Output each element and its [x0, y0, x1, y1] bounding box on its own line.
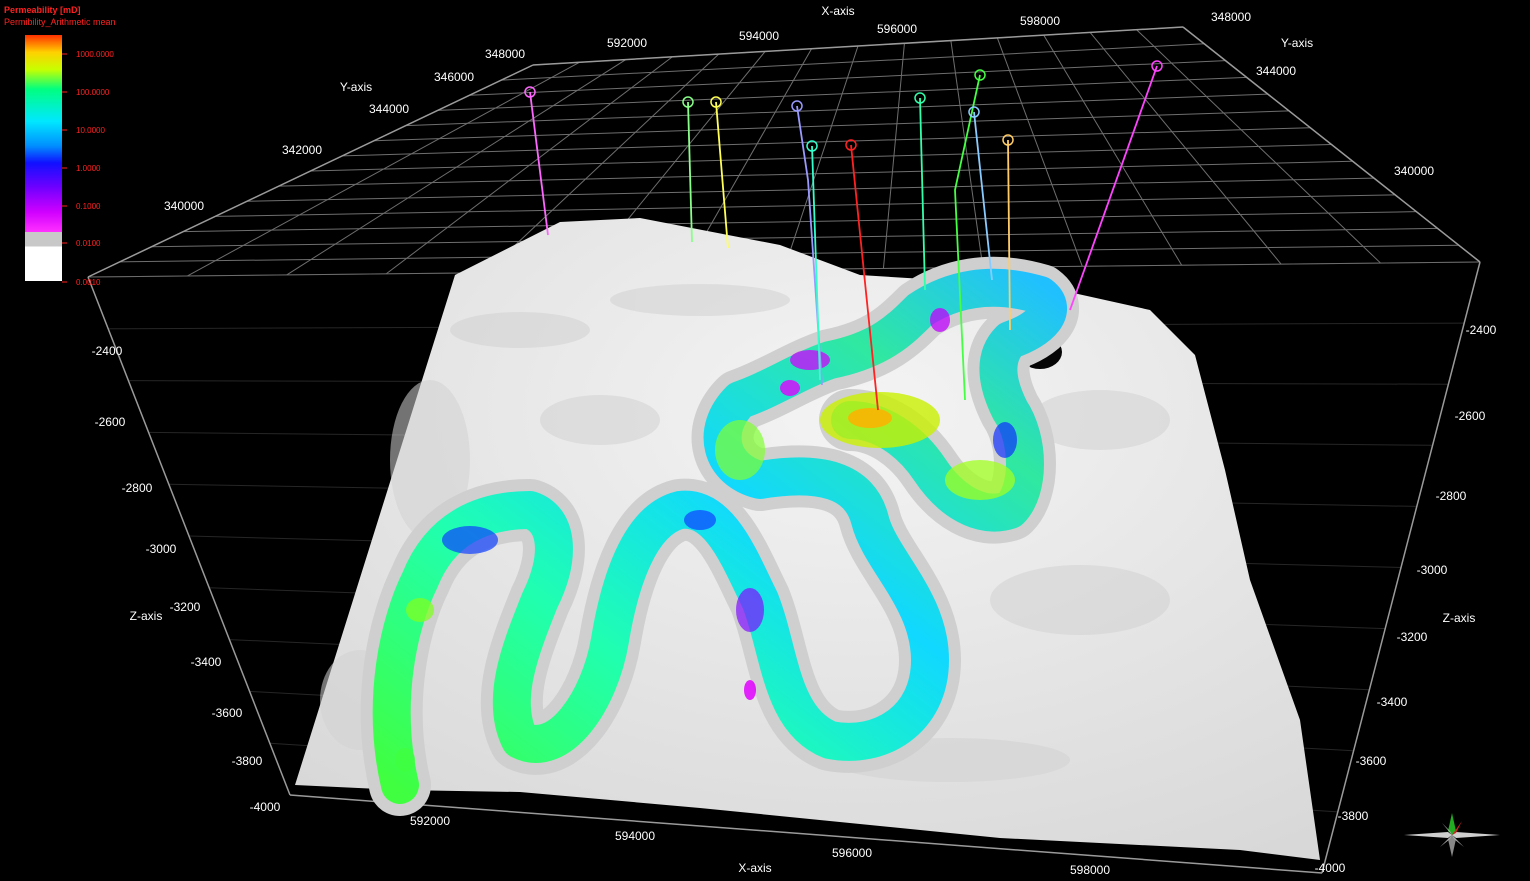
x-tick-top: 594000	[739, 29, 779, 43]
z-tick-right: -3000	[1417, 563, 1448, 577]
z-tick-left: -2600	[95, 415, 126, 429]
z-tick-left: -3000	[146, 542, 177, 556]
z-tick-right: -3400	[1377, 695, 1408, 709]
y-tick-right: 348000	[1211, 10, 1251, 24]
y-tick-left: 344000	[369, 102, 409, 116]
z-tick-right: -2800	[1436, 489, 1467, 503]
y-tick-left: 346000	[434, 70, 474, 84]
legend-tick-label: 0.0010	[76, 278, 101, 287]
z-tick-right: -2600	[1455, 409, 1486, 423]
z-tick-right: -2400	[1466, 323, 1497, 337]
z-tick-right: -3800	[1338, 809, 1369, 823]
x-tick-top: 592000	[607, 36, 647, 50]
x-axis-title-bottom: X-axis	[738, 861, 771, 875]
x-tick-bottom: 594000	[615, 829, 655, 843]
x-tick-top: 596000	[877, 22, 917, 36]
y-tick-left: 340000	[164, 199, 204, 213]
legend-colorbar	[25, 35, 62, 281]
y-tick-right: 340000	[1394, 164, 1434, 178]
y-tick-left: 342000	[282, 143, 322, 157]
z-tick-right: -3200	[1397, 630, 1428, 644]
legend-tick-label: 0.0100	[76, 239, 101, 248]
legend-tick-label: 0.1000	[76, 202, 101, 211]
legend-tick-label: 1000.0000	[76, 50, 114, 59]
z-tick-right: -3600	[1356, 754, 1387, 768]
z-axis-title-left: Z-axis	[130, 609, 163, 623]
color-legend: Permeability [mD] Permibility_Arithmetic…	[4, 5, 116, 287]
z-tick-left: -2400	[92, 344, 123, 358]
z-tick-left: -2800	[122, 481, 153, 495]
z-tick-left: -3200	[170, 600, 201, 614]
z-tick-left: -4000	[250, 800, 281, 814]
legend-subtitle: Permibility_Arithmetic mean	[4, 17, 116, 27]
z-axis-title-right: Z-axis	[1443, 611, 1476, 625]
x-tick-bottom: 592000	[410, 814, 450, 828]
legend-tick-label: 100.0000	[76, 88, 110, 97]
x-tick-top: 598000	[1020, 14, 1060, 28]
x-axis-title-top: X-axis	[821, 4, 854, 18]
z-tick-left: -3800	[232, 754, 263, 768]
well-2[interactable]	[682, 96, 694, 243]
z-tick-right: -4000	[1315, 861, 1346, 875]
z-tick-left: -3600	[212, 706, 243, 720]
well-3[interactable]	[710, 96, 729, 249]
legend-title: Permeability [mD]	[4, 5, 81, 15]
x-tick-bottom: 598000	[1070, 863, 1110, 877]
z-tick-left: -3400	[191, 655, 222, 669]
legend-tick-label: 10.0000	[76, 126, 105, 135]
legend-tick-label: 1.0000	[76, 164, 101, 173]
well-1[interactable]	[524, 86, 549, 236]
y-axis-title-right: Y-axis	[1281, 36, 1313, 50]
compass-rose-icon[interactable]	[1404, 813, 1500, 857]
3d-viewport[interactable]: X-axis X-axis Y-axis Y-axis Z-axis Z-axis 5920…	[0, 0, 1530, 881]
x-tick-bottom: 596000	[832, 846, 872, 860]
y-axis-title-left: Y-axis	[340, 80, 372, 94]
y-tick-right: 344000	[1256, 64, 1296, 78]
y-tick-left: 348000	[485, 47, 525, 61]
